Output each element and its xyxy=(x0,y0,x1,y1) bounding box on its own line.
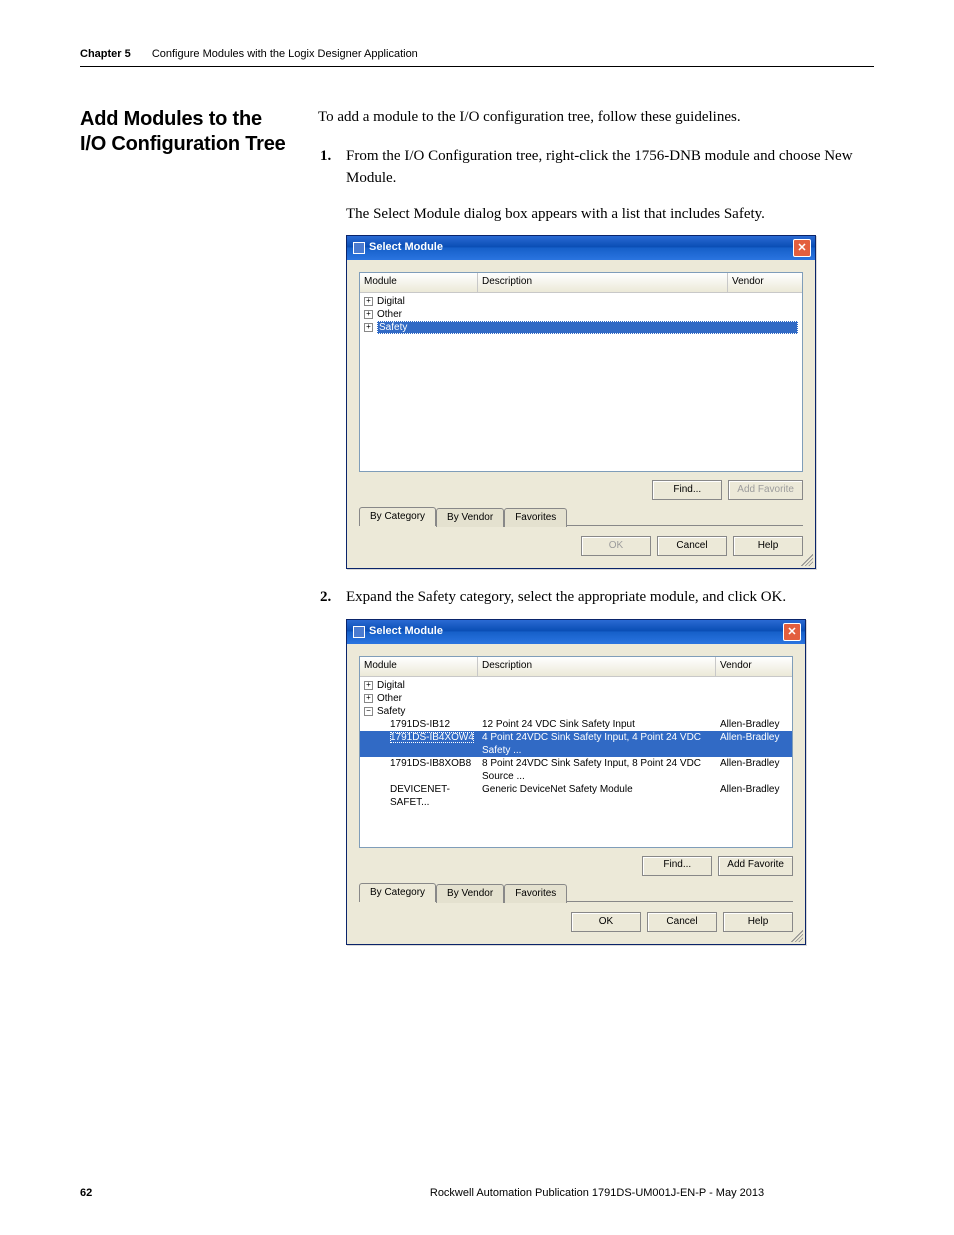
find-button[interactable]: Find... xyxy=(652,480,722,500)
chapter-title: Configure Modules with the Logix Designe… xyxy=(152,48,418,60)
running-head: Chapter 5 Configure Modules with the Log… xyxy=(80,48,874,67)
step-text: From the I/O Configuration tree, right-c… xyxy=(346,148,853,186)
step-number: 2. xyxy=(320,587,331,609)
module-row[interactable]: 1791DS-IB4XOW44 Point 24VDC Sink Safety … xyxy=(360,731,792,757)
help-button[interactable]: Help xyxy=(723,912,793,932)
module-description: 12 Point 24 VDC Sink Safety Input xyxy=(478,718,716,731)
module-row[interactable]: 1791DS-IB1212 Point 24 VDC Sink Safety I… xyxy=(360,718,792,731)
section-title: Add Modules to the I/O Configuration Tre… xyxy=(80,107,290,157)
step-subtext: The Select Module dialog box appears wit… xyxy=(346,204,874,226)
tab-favorites[interactable]: Favorites xyxy=(504,508,567,528)
listview-body[interactable]: + Digital + Other−Safety1791DS-IB1212 Point… xyxy=(360,677,792,847)
module-description: Generic DeviceNet Safety Module xyxy=(478,783,716,809)
module-listview[interactable]: Module Description Vendor + Digital + Other… xyxy=(359,272,803,472)
tree-node-label: Other xyxy=(377,692,402,705)
module-row[interactable]: DEVICENET-SAFET...Generic DeviceNet Safe… xyxy=(360,783,792,809)
tree-node-label: Digital xyxy=(377,295,405,308)
titlebar: Select Module ✕ xyxy=(347,236,815,260)
step-2: 2. Expand the Safety category, select th… xyxy=(346,587,874,945)
step-1: 1. From the I/O Configuration tree, righ… xyxy=(346,146,874,569)
col-module[interactable]: Module xyxy=(360,657,478,676)
tree-node[interactable]: + Digital xyxy=(360,679,792,692)
listview-header: Module Description Vendor xyxy=(360,273,802,293)
tree-node[interactable]: + Digital xyxy=(360,295,802,308)
dialog-title: Select Module xyxy=(369,240,443,256)
module-vendor: Allen-Bradley xyxy=(716,783,792,809)
step-text: Expand the Safety category, select the a… xyxy=(346,589,786,605)
titlebar: Select Module ✕ xyxy=(347,620,805,644)
publication-info: Rockwell Automation Publication 1791DS-U… xyxy=(320,1187,874,1199)
col-vendor[interactable]: Vendor xyxy=(728,273,802,292)
col-vendor[interactable]: Vendor xyxy=(716,657,792,676)
select-module-dialog-2: Select Module ✕ Module Description Vendo… xyxy=(346,619,806,945)
dialog-title: Select Module xyxy=(369,624,443,640)
expand-icon[interactable]: + xyxy=(364,681,373,690)
app-icon xyxy=(353,242,365,254)
cancel-button[interactable]: Cancel xyxy=(647,912,717,932)
close-icon[interactable]: ✕ xyxy=(793,239,811,257)
module-vendor: Allen-Bradley xyxy=(716,718,792,731)
page-footer: 62 Rockwell Automation Publication 1791D… xyxy=(80,1187,874,1199)
col-description[interactable]: Description xyxy=(478,657,716,676)
tab-strip: By Category By Vendor Favorites xyxy=(359,882,793,902)
ok-button[interactable]: OK xyxy=(571,912,641,932)
module-row[interactable]: 1791DS-IB8XOB88 Point 24VDC Sink Safety … xyxy=(360,757,792,783)
expand-icon[interactable]: + xyxy=(364,694,373,703)
module-vendor: Allen-Bradley xyxy=(716,731,792,757)
close-icon[interactable]: ✕ xyxy=(783,623,801,641)
app-icon xyxy=(353,626,365,638)
resize-grip[interactable] xyxy=(791,930,803,942)
expand-icon[interactable]: + xyxy=(364,323,373,332)
tab-by-vendor[interactable]: By Vendor xyxy=(436,508,504,528)
col-description[interactable]: Description xyxy=(478,273,728,292)
cancel-button[interactable]: Cancel xyxy=(657,536,727,556)
tree-node[interactable]: + Safety xyxy=(360,321,802,334)
resize-grip[interactable] xyxy=(801,554,813,566)
col-module[interactable]: Module xyxy=(360,273,478,292)
select-module-dialog-1: Select Module ✕ Module Description Vendo… xyxy=(346,235,816,569)
step-number: 1. xyxy=(320,146,331,168)
module-name: 1791DS-IB4XOW4 xyxy=(360,731,478,757)
page-number: 62 xyxy=(80,1187,320,1199)
expand-icon[interactable]: + xyxy=(364,297,373,306)
module-vendor: Allen-Bradley xyxy=(716,757,792,783)
tree-node-label: Safety xyxy=(377,705,405,718)
find-button[interactable]: Find... xyxy=(642,856,712,876)
listview-header: Module Description Vendor xyxy=(360,657,792,677)
tree-node-label: Other xyxy=(377,308,402,321)
tree-node[interactable]: + Other xyxy=(360,308,802,321)
module-description: 8 Point 24VDC Sink Safety Input, 8 Point… xyxy=(478,757,716,783)
tree-node[interactable]: + Other xyxy=(360,692,792,705)
add-favorite-button[interactable]: Add Favorite xyxy=(728,480,803,500)
listview-body[interactable]: + Digital + Other + Safety xyxy=(360,293,802,471)
tab-by-category[interactable]: By Category xyxy=(359,507,436,527)
module-description: 4 Point 24VDC Sink Safety Input, 4 Point… xyxy=(478,731,716,757)
tab-by-vendor[interactable]: By Vendor xyxy=(436,884,504,904)
tree-node-label: Digital xyxy=(377,679,405,692)
add-favorite-button[interactable]: Add Favorite xyxy=(718,856,793,876)
collapse-icon[interactable]: − xyxy=(364,707,373,716)
module-listview[interactable]: Module Description Vendor + Digital + Other… xyxy=(359,656,793,848)
module-name: 1791DS-IB12 xyxy=(360,718,478,731)
tree-node[interactable]: −Safety xyxy=(360,705,792,718)
tab-strip: By Category By Vendor Favorites xyxy=(359,506,803,526)
ok-button[interactable]: OK xyxy=(581,536,651,556)
intro-paragraph: To add a module to the I/O configuration… xyxy=(318,107,874,128)
tree-node-label: Safety xyxy=(377,321,798,334)
help-button[interactable]: Help xyxy=(733,536,803,556)
tab-by-category[interactable]: By Category xyxy=(359,883,436,903)
expand-icon[interactable]: + xyxy=(364,310,373,319)
module-name: 1791DS-IB8XOB8 xyxy=(360,757,478,783)
tab-favorites[interactable]: Favorites xyxy=(504,884,567,904)
module-name: DEVICENET-SAFET... xyxy=(360,783,478,809)
chapter-label: Chapter 5 xyxy=(80,48,131,60)
